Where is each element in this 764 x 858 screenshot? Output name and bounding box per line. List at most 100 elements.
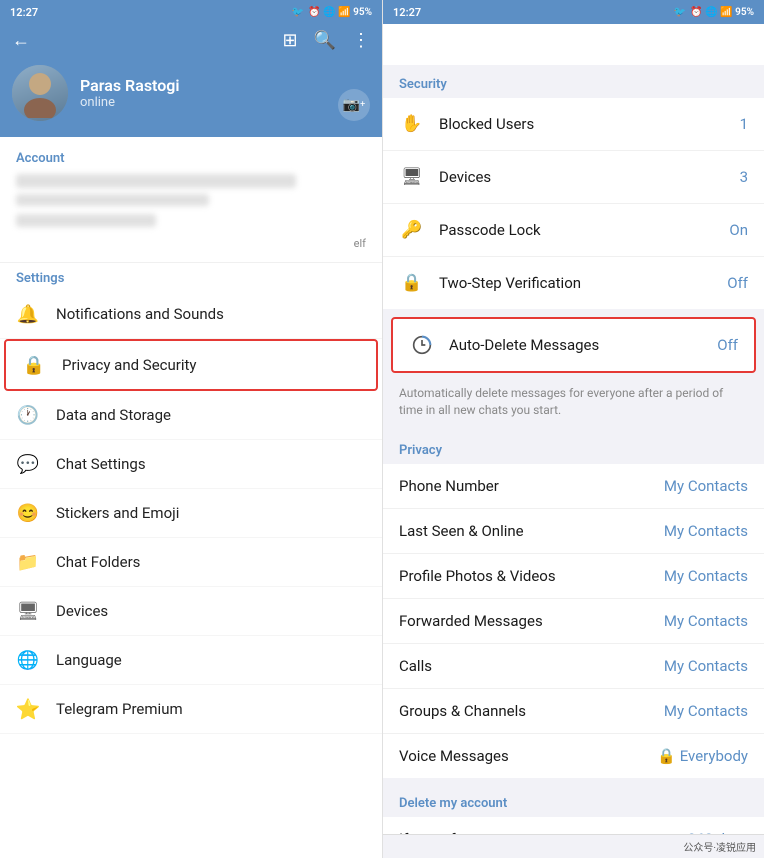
settings-label-devices: Devices <box>56 602 108 620</box>
privacy-section: Phone NumberMy ContactsLast Seen & Onlin… <box>383 464 764 778</box>
settings-label-stickers: Stickers and Emoji <box>56 504 179 522</box>
camera-icon: 📷 <box>343 97 360 113</box>
left-back-icon[interactable]: ← <box>12 30 30 51</box>
security-label-devices: Devices <box>439 168 726 186</box>
settings-label-privacy: Privacy and Security <box>62 356 197 374</box>
right-status-icons: 🐦 ⏰ 🌐 📶 95% <box>674 7 754 18</box>
privacy-value-photos: My Contacts <box>664 567 748 585</box>
settings-icon-language: 🌐 <box>16 648 40 672</box>
right-time: 12:27 <box>393 6 421 19</box>
security-icon-blocked: ✋ <box>399 111 425 137</box>
right-back-icon[interactable]: ← <box>395 32 415 57</box>
profile-status: online <box>80 95 326 110</box>
settings-label: Settings <box>0 263 382 290</box>
security-item-twostep[interactable]: 🔒Two-Step VerificationOff <box>383 257 764 309</box>
edit-label: elf <box>354 237 366 250</box>
avatar-silhouette <box>20 68 60 118</box>
settings-item-devices[interactable]: 🖥 Devices <box>0 587 382 636</box>
qr-icon[interactable]: ⊞ <box>282 30 297 51</box>
settings-item-language[interactable]: 🌐 Language <box>0 636 382 685</box>
security-label-blocked: Blocked Users <box>439 115 726 133</box>
camera-button[interactable]: 📷+ <box>338 89 370 121</box>
left-status-icons: 🐦 ⏰ 🌐 📶 95% <box>292 7 372 18</box>
privacy-label-voice: Voice Messages <box>399 747 643 765</box>
left-nav: ← ⊞ 🔍 ⋮ <box>0 24 382 57</box>
settings-icon-stickers: 😊 <box>16 501 40 525</box>
privacy-label-lastseen: Last Seen & Online <box>399 522 650 540</box>
settings-item-privacy[interactable]: 🔒 Privacy and Security <box>4 339 378 391</box>
security-item-passcode[interactable]: 🔑Passcode LockOn <box>383 204 764 257</box>
settings-label-notifications: Notifications and Sounds <box>56 305 224 323</box>
privacy-item-voice[interactable]: Voice Messages 🔒 Everybody <box>383 734 764 778</box>
settings-item-folders[interactable]: 📁 Chat Folders <box>0 538 382 587</box>
auto-delete-item[interactable]: Auto-Delete Messages Off <box>391 317 756 373</box>
security-section-label: Security <box>383 65 764 98</box>
profile-info: Paras Rastogi online <box>80 76 326 110</box>
settings-item-premium[interactable]: ⭐Telegram Premium <box>0 685 382 734</box>
settings-icon-premium: ⭐ <box>16 697 40 721</box>
avatar-image <box>12 65 68 121</box>
security-icon-devices: 🖥 <box>399 164 425 190</box>
account-blurred-1 <box>0 170 382 210</box>
privacy-value-groups: My Contacts <box>664 702 748 720</box>
settings-item-notifications[interactable]: 🔔 Notifications and Sounds <box>0 290 382 339</box>
security-item-blocked[interactable]: ✋ Blocked Users 1 <box>383 98 764 151</box>
auto-delete-icon <box>409 332 435 358</box>
account-blurred-2 <box>0 210 382 235</box>
settings-item-stickers[interactable]: 😊 Stickers and Emoji <box>0 489 382 538</box>
privacy-item-forwarded[interactable]: Forwarded Messages My Contacts <box>383 599 764 644</box>
edit-row: elf <box>0 235 382 254</box>
settings-icon-chat: 💬 <box>16 452 40 476</box>
privacy-value-phone: My Contacts <box>664 477 748 495</box>
privacy-item-lastseen[interactable]: Last Seen & Online My Contacts <box>383 509 764 554</box>
delete-account-item[interactable]: If away for 360 days <box>383 817 764 834</box>
more-icon[interactable]: ⋮ <box>352 30 370 51</box>
settings-icon-devices: 🖥 <box>16 599 40 623</box>
settings-icon-privacy: 🔒 <box>22 353 46 377</box>
right-panel: 12:27 🐦 ⏰ 🌐 📶 95% ← Privacy and Security… <box>382 0 764 858</box>
settings-item-data[interactable]: 🕐Data and Storage <box>0 391 382 440</box>
profile-name: Paras Rastogi <box>80 76 326 95</box>
privacy-value-voice: 🔒 Everybody <box>657 747 748 765</box>
settings-icon-data: 🕐 <box>16 403 40 427</box>
security-value-blocked: 1 <box>740 115 748 133</box>
security-label-twostep: Two-Step Verification <box>439 274 713 292</box>
security-value-twostep: Off <box>727 274 748 292</box>
privacy-label-forwarded: Forwarded Messages <box>399 612 650 630</box>
search-icon[interactable]: 🔍 <box>314 30 336 51</box>
settings-list: 🔔 Notifications and Sounds 🔒 Privacy and Se… <box>0 290 382 858</box>
privacy-value-calls: My Contacts <box>664 657 748 675</box>
security-value-passcode: On <box>729 221 748 239</box>
settings-label-language: Language <box>56 651 122 669</box>
privacy-value-lastseen: My Contacts <box>664 522 748 540</box>
settings-item-chat[interactable]: 💬Chat Settings <box>0 440 382 489</box>
security-item-devices[interactable]: 🖥 Devices 3 <box>383 151 764 204</box>
settings-icon-notifications: 🔔 <box>16 302 40 326</box>
privacy-item-photos[interactable]: Profile Photos & VideosMy Contacts <box>383 554 764 599</box>
left-nav-icons: ⊞ 🔍 ⋮ <box>282 30 370 51</box>
auto-delete-description: Automatically delete messages for everyo… <box>383 377 764 431</box>
left-status-bar: 12:27 🐦 ⏰ 🌐 📶 95% <box>0 0 382 24</box>
wechat-watermark: 公众号·凌锐应用 <box>383 834 764 858</box>
right-status-bar: 12:27 🐦 ⏰ 🌐 📶 95% <box>383 0 764 24</box>
settings-label-folders: Chat Folders <box>56 553 140 571</box>
privacy-section-label: Privacy <box>383 431 764 464</box>
avatar <box>12 65 68 121</box>
settings-icon-folders: 📁 <box>16 550 40 574</box>
privacy-item-phone[interactable]: Phone Number My Contacts <box>383 464 764 509</box>
security-value-devices: 3 <box>740 168 748 186</box>
profile-section: Paras Rastogi online 📷+ <box>0 57 382 137</box>
privacy-label-calls: Calls <box>399 657 650 675</box>
right-content: Security ✋ Blocked Users 1 🖥 Devices 3 🔑Passco… <box>383 65 764 834</box>
privacy-label-groups: Groups & Channels <box>399 702 650 720</box>
left-panel: 12:27 🐦 ⏰ 🌐 📶 95% ← ⊞ 🔍 ⋮ <box>0 0 382 858</box>
privacy-label-phone: Phone Number <box>399 477 650 495</box>
account-section: Account elf <box>0 137 382 263</box>
auto-delete-label: Auto-Delete Messages <box>449 336 703 354</box>
privacy-item-calls[interactable]: Calls My Contacts <box>383 644 764 689</box>
security-icon-passcode: 🔑 <box>399 217 425 243</box>
right-nav-title: Privacy and Security <box>425 35 752 55</box>
delete-account-label: Delete my account <box>383 786 764 817</box>
privacy-value-forwarded: My Contacts <box>664 612 748 630</box>
privacy-item-groups[interactable]: Groups & Channels My Contacts <box>383 689 764 734</box>
